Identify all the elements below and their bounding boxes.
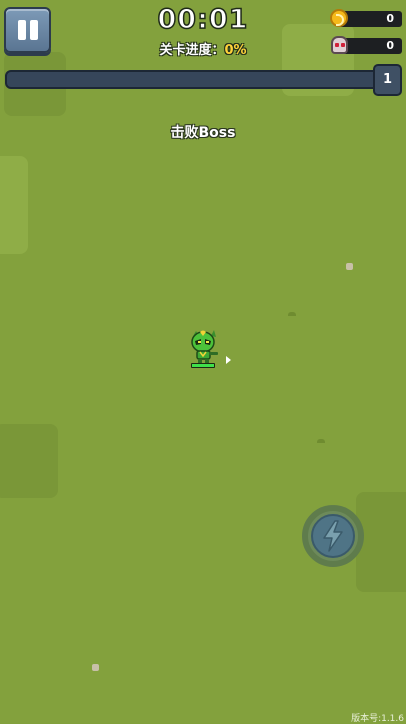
grass-patch	[356, 492, 406, 592]
level-badge: 1	[373, 64, 402, 96]
lightning-icon	[323, 520, 343, 552]
stage-progress-value: 0%	[224, 43, 247, 58]
gold-count: 0	[386, 12, 394, 25]
aim-direction-icon	[226, 356, 231, 364]
grass-patch	[0, 156, 28, 254]
kill-count: 0	[386, 39, 394, 52]
skull-icon	[331, 36, 348, 54]
skill-button[interactable]	[302, 505, 364, 567]
pebble	[346, 263, 353, 270]
coin-icon	[330, 9, 348, 27]
objective-text: 击败Boss	[170, 125, 236, 141]
grass-patch	[0, 424, 58, 498]
pebble	[92, 664, 99, 671]
grass-tuft	[288, 312, 296, 316]
stage-progress-label: 关卡进度：	[159, 43, 225, 58]
experience-bar	[5, 70, 381, 89]
version-label: 版本号:1.1.6	[351, 714, 404, 724]
player-health-fill	[192, 364, 214, 367]
grass-tuft	[317, 439, 325, 443]
player-health-bar	[191, 363, 215, 368]
